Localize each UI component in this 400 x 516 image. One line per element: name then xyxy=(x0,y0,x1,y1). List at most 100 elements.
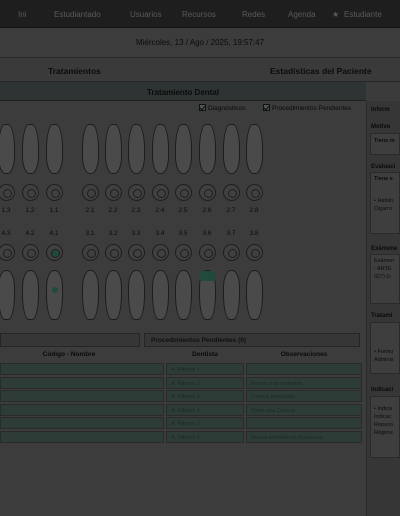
upper-tooth-surface[interactable] xyxy=(152,184,169,201)
top-nav: Ini Estudiantado Usuarios Recursos Redes… xyxy=(0,0,400,28)
upper-tooth[interactable] xyxy=(199,124,216,174)
upper-tooth-surface[interactable] xyxy=(46,184,63,201)
upper-tooth-surface[interactable] xyxy=(82,184,99,201)
upper-tooth[interactable] xyxy=(175,124,192,174)
lower-tooth[interactable] xyxy=(199,270,216,320)
nav-item-estudiantado[interactable]: Estudiantado xyxy=(54,10,101,19)
examenes-text-1: Exámen xyxy=(374,258,395,264)
checkbox-checked-icon xyxy=(263,104,270,111)
screen: { "nav": { "items": ["Ini", "Estudiantad… xyxy=(0,0,400,516)
upper-tooth[interactable] xyxy=(22,124,39,174)
lower-tooth[interactable] xyxy=(246,270,263,320)
table-row[interactable]: A. Ribeiro J. xyxy=(0,363,362,375)
upper-tooth[interactable] xyxy=(128,124,145,174)
lower-tooth-number: 3.6 xyxy=(202,230,212,237)
lower-tooth[interactable] xyxy=(175,270,192,320)
lower-tooth-surface[interactable] xyxy=(223,244,240,261)
datetime-label: Miércoles, 13 / Ago / 2025, 19:57:47 xyxy=(135,38,265,47)
upper-tooth[interactable] xyxy=(105,124,122,174)
lower-tooth-surface[interactable] xyxy=(128,244,145,261)
tab-tratamientos[interactable]: Tratamientos xyxy=(48,66,101,76)
upper-tooth[interactable] xyxy=(223,124,240,174)
evaluacion-note-2: Cigarro xyxy=(374,206,393,212)
cell-codigo xyxy=(0,376,164,389)
info-title: Inform xyxy=(371,107,390,113)
table-row[interactable]: A. Ribeiro J. Tiene una Corona xyxy=(0,403,362,416)
cell-observaciones: Corona Realizada xyxy=(246,390,362,402)
lower-tooth-number: 4.1 xyxy=(49,230,59,237)
cell-observaciones xyxy=(246,363,362,375)
lower-tooth-surface[interactable] xyxy=(175,244,192,261)
lower-tooth[interactable] xyxy=(105,270,122,320)
table-row[interactable]: A. Ribeiro J. Nueva endodoncia Realizada xyxy=(0,430,362,443)
lower-tooth-number: 3.7 xyxy=(226,230,236,237)
lower-tooth-surface[interactable] xyxy=(82,244,99,261)
lower-tooth[interactable] xyxy=(46,270,63,320)
upper-tooth[interactable] xyxy=(82,124,99,174)
nav-item-usuarios[interactable]: Usuarios xyxy=(130,10,162,19)
lower-tooth[interactable] xyxy=(22,270,39,320)
upper-tooth-surface[interactable] xyxy=(199,184,216,201)
lower-tooth-number: 4.2 xyxy=(25,230,35,237)
upper-tooth-number: 2.6 xyxy=(202,207,212,214)
column-observaciones: Observaciones xyxy=(280,351,328,358)
upper-tooth-surface[interactable] xyxy=(223,184,240,201)
upper-tooth-number: 2.4 xyxy=(155,207,165,214)
table-row[interactable]: A. Ribeiro J. xyxy=(0,417,362,429)
lower-tooth-surface[interactable] xyxy=(246,244,263,261)
upper-tooth-number: 2.7 xyxy=(226,207,236,214)
table-row[interactable]: A. Ribeiro J. Corona Realizada xyxy=(0,390,362,402)
tab-procedimientos-pendientes[interactable]: Procedimientos Pendientes (0) xyxy=(144,333,360,347)
lower-tooth[interactable] xyxy=(0,270,15,320)
tratamiento-label: Tratami xyxy=(371,313,393,319)
lower-tooth-number: 3.3 xyxy=(131,230,141,237)
lower-tooth-number: 3.8 xyxy=(249,230,259,237)
table-row[interactable]: A. Ribeiro J. Resina mal realizada xyxy=(0,376,362,389)
main-tabs: Tratamientos Estadísticas del Paciente xyxy=(0,58,400,82)
indicaciones-label: Indicaci xyxy=(371,387,394,393)
cell-observaciones xyxy=(246,417,362,429)
lower-tooth[interactable] xyxy=(152,270,169,320)
treatment-marker xyxy=(52,287,58,293)
examenes-text-2: - ARTE xyxy=(374,266,392,272)
examenes-label: Exámene xyxy=(371,246,398,252)
motivo-text: Tiene m xyxy=(374,138,395,144)
nav-item-home[interactable]: Ini xyxy=(18,10,26,19)
tratamiento-box xyxy=(370,322,400,374)
lower-tooth-surface[interactable] xyxy=(22,244,39,261)
checkbox-diagnosticos[interactable]: Diagnósticos xyxy=(199,104,245,112)
tab-tratamientos-realizados[interactable] xyxy=(0,333,140,347)
checkbox-pendientes[interactable]: Procedimientos Pendientes xyxy=(263,104,351,112)
upper-tooth-surface[interactable] xyxy=(175,184,192,201)
upper-tooth[interactable] xyxy=(152,124,169,174)
lower-tooth[interactable] xyxy=(128,270,145,320)
cell-codigo xyxy=(0,363,164,375)
lower-tooth[interactable] xyxy=(82,270,99,320)
lower-tooth-surface[interactable] xyxy=(105,244,122,261)
lower-tooth-surface[interactable] xyxy=(152,244,169,261)
cell-observaciones: Resina mal realizada xyxy=(246,376,362,389)
nav-item-agenda[interactable]: Agenda xyxy=(288,10,316,19)
upper-tooth-surface[interactable] xyxy=(246,184,263,201)
crown-marker xyxy=(200,271,215,281)
tab-estadisticas[interactable]: Estadísticas del Paciente xyxy=(270,66,372,76)
dental-header: Tratamiento Dental xyxy=(0,82,366,101)
upper-tooth-number: 2.2 xyxy=(108,207,118,214)
upper-tooth-surface[interactable] xyxy=(105,184,122,201)
upper-tooth[interactable] xyxy=(246,124,263,174)
nav-item-recursos[interactable]: Recursos xyxy=(182,10,216,19)
nav-item-estudiante[interactable]: Estudiante xyxy=(344,10,382,19)
cell-dentista: A. Ribeiro J. xyxy=(166,363,244,375)
lower-tooth[interactable] xyxy=(223,270,240,320)
upper-tooth-number: 2.5 xyxy=(178,207,188,214)
lower-tooth-number: 4.3 xyxy=(1,230,11,237)
upper-tooth[interactable] xyxy=(0,124,15,174)
cell-dentista: A. Ribeiro J. xyxy=(166,376,244,389)
motivo-label: Motivo xyxy=(371,124,391,130)
lower-tooth-surface[interactable] xyxy=(46,244,63,261)
upper-tooth-surface[interactable] xyxy=(22,184,39,201)
lower-tooth-surface[interactable] xyxy=(199,244,216,261)
upper-tooth-surface[interactable] xyxy=(128,184,145,201)
upper-tooth[interactable] xyxy=(46,124,63,174)
nav-item-redes[interactable]: Redes xyxy=(242,10,265,19)
